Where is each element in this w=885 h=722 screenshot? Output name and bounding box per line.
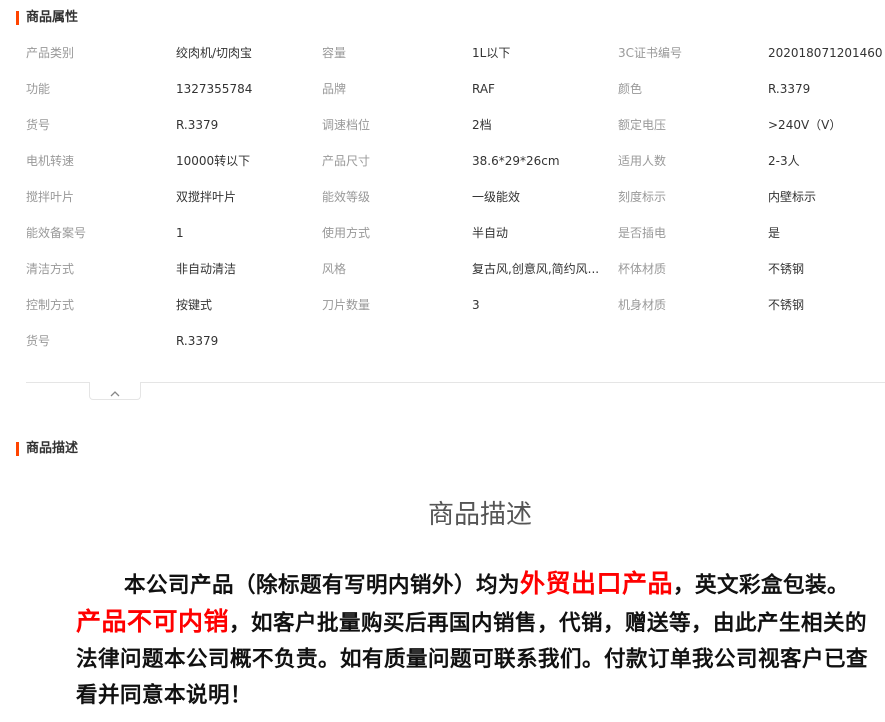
- attribute-value: 非自动清洁: [176, 262, 237, 276]
- attribute-label: 货号: [26, 334, 51, 348]
- attribute-label: 功能: [26, 82, 51, 96]
- attribute-row: 产品类别 绞肉机/切肉宝 容量 1L以下 3C证书编号 202018071201…: [0, 35, 885, 71]
- attribute-label: 产品类别: [26, 46, 75, 60]
- attribute-label: 机身材质: [618, 298, 667, 312]
- attributes-section-title: 商品属性: [16, 10, 78, 26]
- attribute-row: 货号 R.3379: [0, 323, 885, 359]
- attribute-value: 1L以下: [472, 46, 511, 60]
- description-text: ，英文彩盒包装。: [673, 573, 850, 598]
- attribute-label: 能效等级: [322, 190, 371, 204]
- attribute-value: 一级能效: [472, 190, 521, 204]
- attribute-label: 刀片数量: [322, 298, 371, 312]
- attribute-value: 10000转以下: [176, 154, 251, 168]
- description-text: 本公司产品（除标题有写明内销外）均为: [124, 573, 521, 598]
- attribute-value: RAF: [472, 82, 495, 96]
- attribute-value: 1: [176, 226, 184, 240]
- no-domestic-sale-highlight: 产品不可内销: [76, 607, 230, 636]
- attribute-label: 3C证书编号: [618, 46, 683, 60]
- attribute-label: 货号: [26, 118, 51, 132]
- description-paragraph: 本公司产品（除标题有写明内销外）均为外贸出口产品，英文彩盒包装。产品不可内销，如…: [76, 566, 871, 714]
- attribute-label: 风格: [322, 262, 347, 276]
- attributes-divider: [26, 382, 885, 383]
- attribute-label: 刻度标示: [618, 190, 667, 204]
- attribute-row: 功能 1327355784 品牌 RAF 颜色 R.3379: [0, 71, 885, 107]
- attribute-row: 清洁方式 非自动清洁 风格 复古风,创意风,简约风... 杯体材质 不锈钢: [0, 251, 885, 287]
- attribute-value: 内壁标示: [768, 190, 817, 204]
- attribute-label: 杯体材质: [618, 262, 667, 276]
- attribute-value: R.3379: [768, 82, 811, 96]
- attribute-row: 能效备案号 1 使用方式 半自动 是否插电 是: [0, 215, 885, 251]
- attribute-label: 颜色: [618, 82, 643, 96]
- attribute-value: 复古风,创意风,简约风...: [472, 262, 600, 276]
- attribute-label: 能效备案号: [26, 226, 87, 240]
- attribute-label: 电机转速: [26, 154, 75, 168]
- attribute-label: 清洁方式: [26, 262, 75, 276]
- attribute-label: 使用方式: [322, 226, 371, 240]
- export-product-highlight: 外贸出口产品: [520, 569, 674, 598]
- attribute-value: 半自动: [472, 226, 509, 240]
- attribute-value: 2-3人: [768, 154, 800, 168]
- attribute-row: 搅拌叶片 双搅拌叶片 能效等级 一级能效 刻度标示 内壁标示: [0, 179, 885, 215]
- attribute-value: 不锈钢: [768, 298, 805, 312]
- attribute-label: 是否插电: [618, 226, 667, 240]
- attribute-value: 双搅拌叶片: [176, 190, 237, 204]
- attribute-value: 2020180712014600: [768, 46, 883, 60]
- description-section-title: 商品描述: [16, 441, 78, 457]
- attribute-value: 38.6*29*26cm: [472, 154, 560, 168]
- collapse-attributes-button[interactable]: [89, 382, 141, 400]
- attribute-value: 1327355784: [176, 82, 253, 96]
- attribute-value: 不锈钢: [768, 262, 805, 276]
- attribute-label: 适用人数: [618, 154, 667, 168]
- attribute-row: 控制方式 按键式 刀片数量 3 机身材质 不锈钢: [0, 287, 885, 323]
- attribute-label: 调速档位: [322, 118, 371, 132]
- attribute-label: 产品尺寸: [322, 154, 371, 168]
- attribute-value: 3: [472, 298, 480, 312]
- description-heading: 商品描述: [427, 500, 532, 530]
- attribute-row: 货号 R.3379 调速档位 2档 额定电压 >240V（V）: [0, 107, 885, 143]
- attribute-label: 控制方式: [26, 298, 75, 312]
- chevron-up-icon: [110, 391, 120, 397]
- attribute-value: R.3379: [176, 334, 219, 348]
- attribute-row: 电机转速 10000转以下 产品尺寸 38.6*29*26cm 适用人数 2-3…: [0, 143, 885, 179]
- attributes-grid: 产品类别 绞肉机/切肉宝 容量 1L以下 3C证书编号 202018071201…: [0, 35, 885, 359]
- attribute-value: R.3379: [176, 118, 219, 132]
- attribute-value: 是: [768, 226, 781, 240]
- attribute-label: 额定电压: [618, 118, 667, 132]
- attribute-label: 品牌: [322, 82, 347, 96]
- attribute-label: 搅拌叶片: [26, 190, 75, 204]
- attribute-label: 容量: [322, 46, 347, 60]
- attribute-value: 2档: [472, 118, 492, 132]
- attribute-value: 按键式: [176, 298, 213, 312]
- attribute-value: >240V（V）: [768, 118, 842, 132]
- attribute-value: 绞肉机/切肉宝: [176, 46, 253, 60]
- page: { "attributes_section": { "title": "商品属性…: [0, 0, 885, 722]
